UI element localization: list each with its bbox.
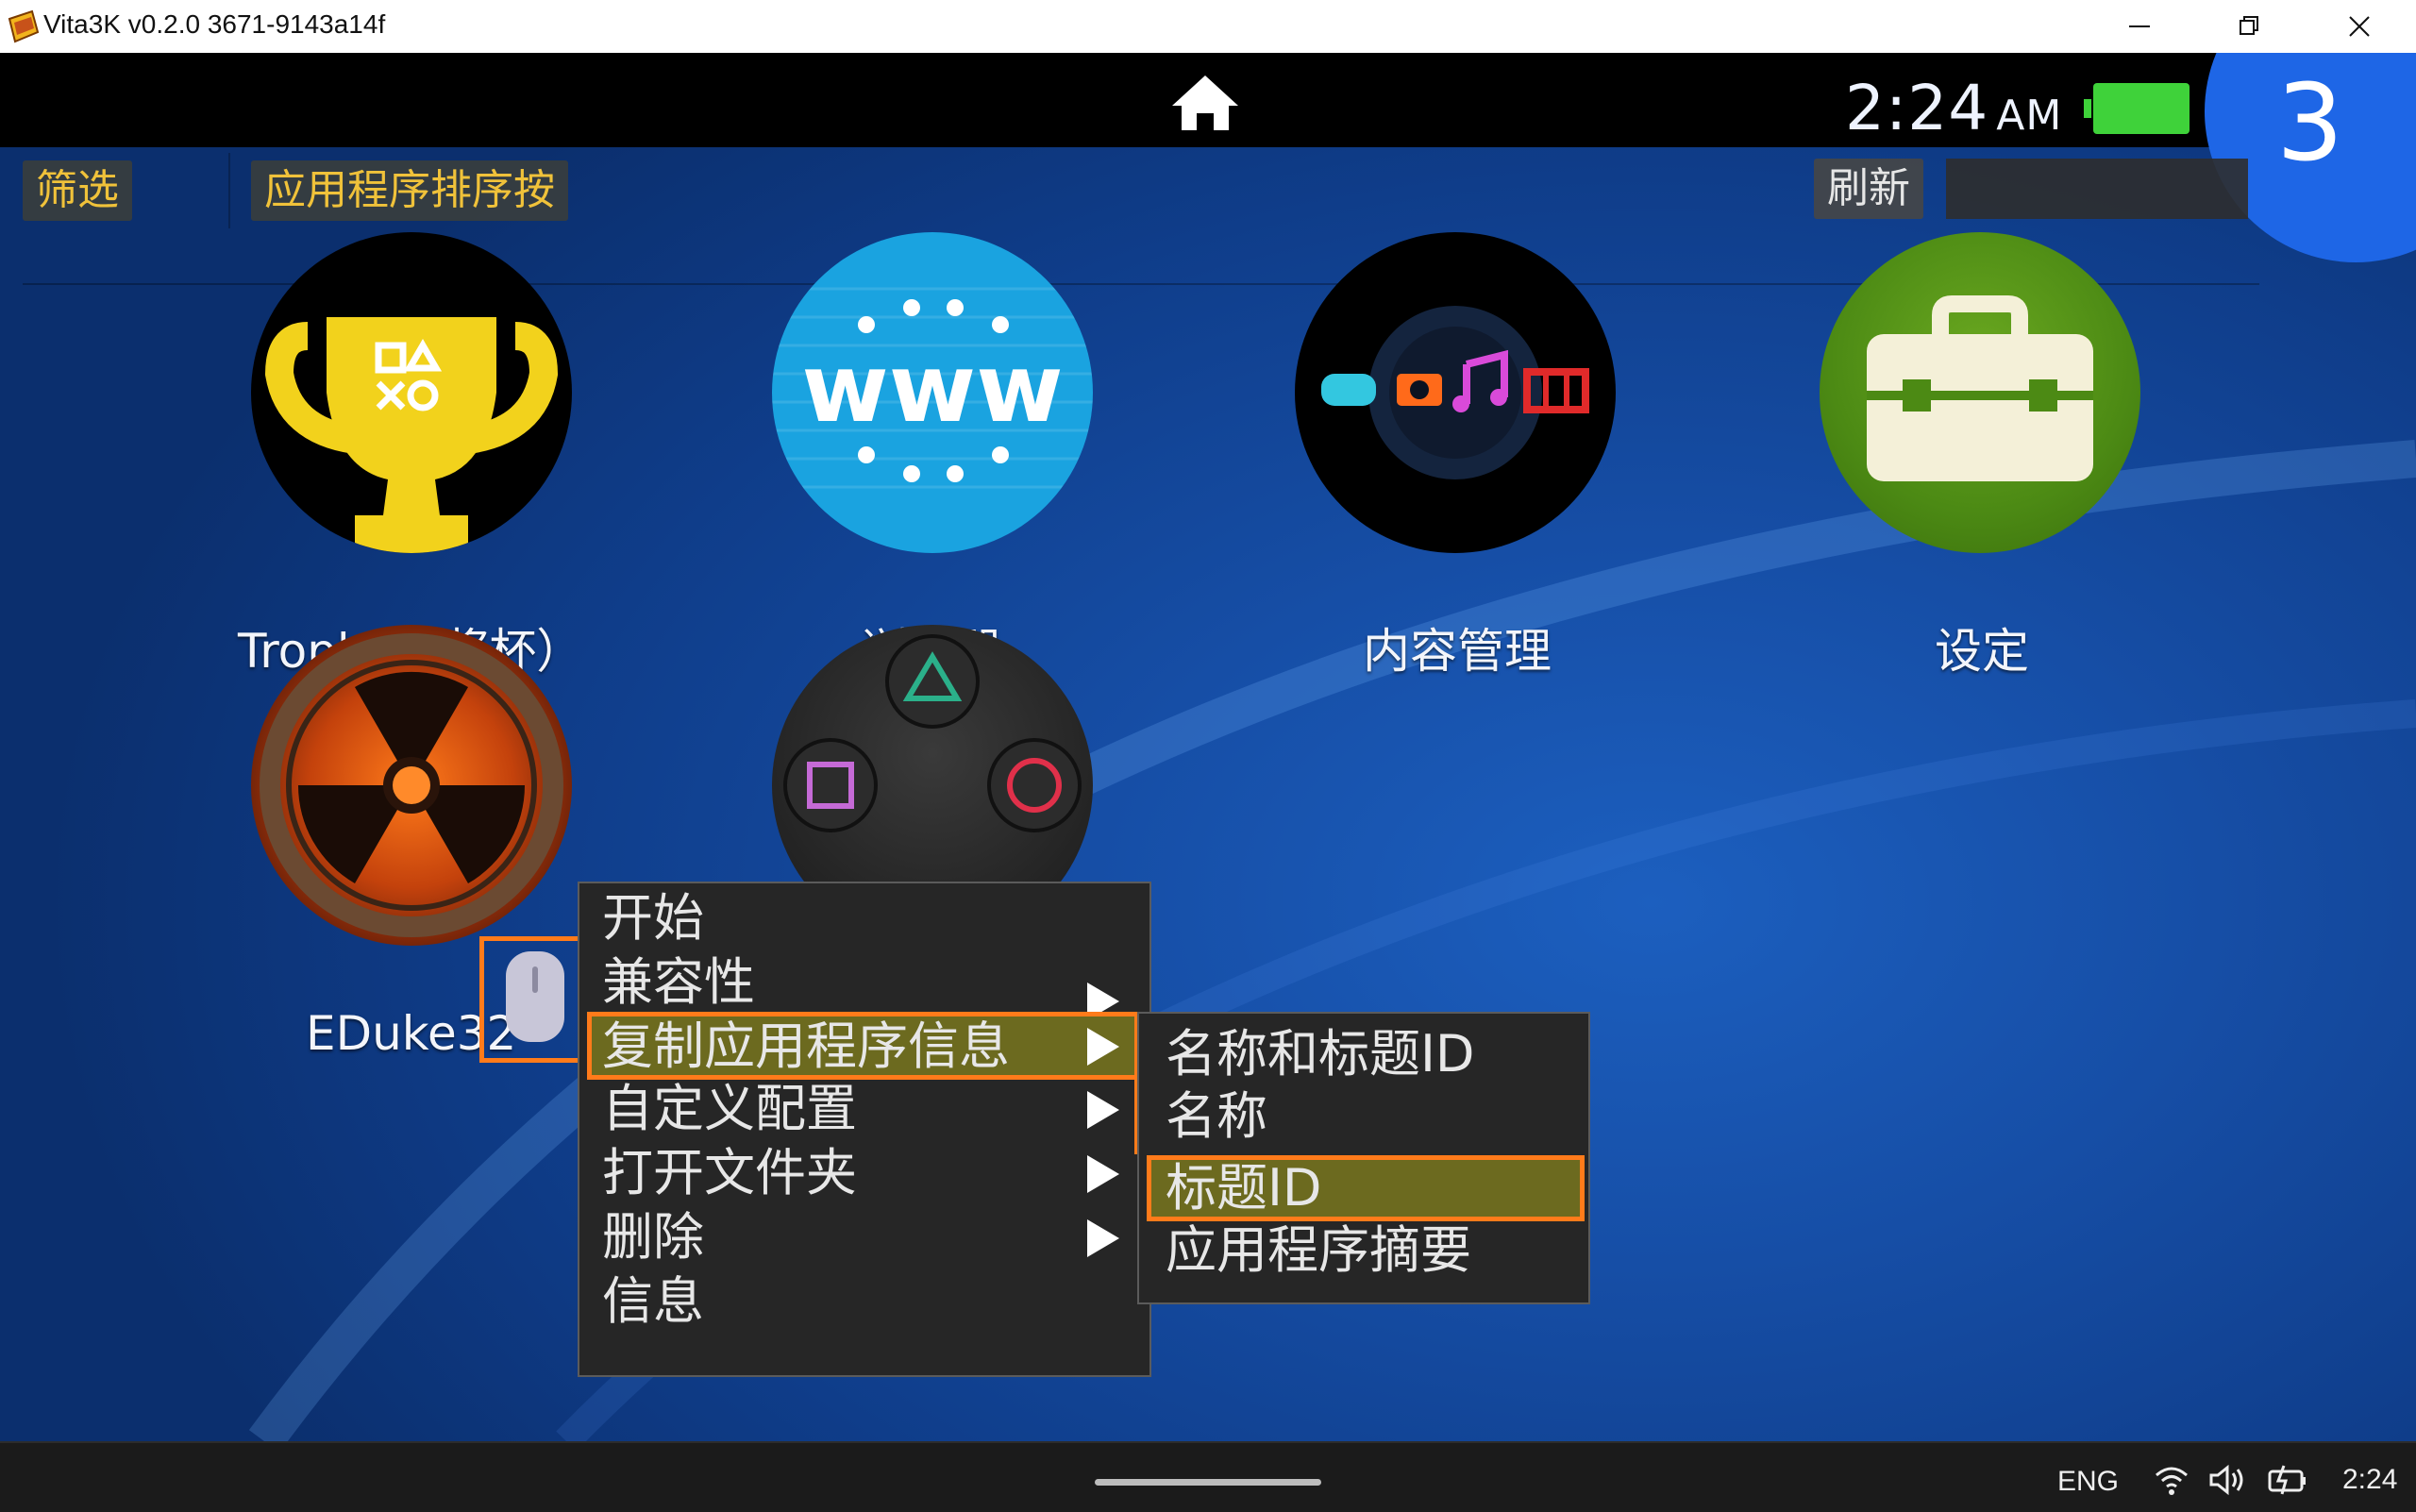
submenu-item-title-id[interactable]: 标题ID (1166, 1157, 1322, 1219)
close-icon (2349, 16, 2370, 37)
trophy-icon (251, 232, 572, 553)
vita-status-bar: 2:24 AM (0, 53, 2416, 147)
sort-button[interactable]: 应用程序排序按 (251, 160, 568, 221)
window-title: Vita3K v0.2.0 3671-9143a14f (43, 9, 386, 39)
eduke32-icon (251, 625, 572, 946)
vita3k-app-icon (8, 9, 40, 43)
battery-icon (2084, 83, 2190, 134)
restore-button[interactable] (2195, 0, 2305, 53)
context-menu: 开始 兼容性 复制应用程序信息 自定义配置 打开文件夹 删除 信息 (578, 882, 1151, 1377)
clock-time: 2:24 (1845, 72, 1989, 144)
menu-item-compatibility[interactable]: 兼容性 (602, 951, 755, 1014)
restore-icon (2240, 16, 2258, 35)
volume-icon[interactable] (2208, 1464, 2246, 1496)
minimize-icon (2129, 25, 2150, 27)
minimize-button[interactable] (2086, 0, 2195, 53)
emulator-screen: 2:24 AM 3 筛选 应用程序排序按 刷新 www 内容管理 设定 EDuk… (0, 53, 2416, 1441)
submenu-item-name-and-title-id[interactable]: 名称和标题ID (1166, 1023, 1475, 1085)
submenu-arrow-icon (1087, 1219, 1119, 1257)
wifi-icon[interactable] (2154, 1464, 2190, 1496)
close-button[interactable] (2305, 0, 2414, 53)
filter-button[interactable]: 筛选 (23, 160, 132, 221)
submenu-arrow-icon (1087, 1028, 1119, 1066)
refresh-button[interactable]: 刷新 (1814, 159, 1923, 219)
taskbar-clock[interactable]: 2:24 (2342, 1464, 2397, 1496)
home-icon[interactable] (1170, 74, 1240, 132)
taskbar: ENG 2:24 (0, 1441, 2416, 1512)
menu-item-custom-config[interactable]: 自定义配置 (602, 1078, 857, 1140)
submenu-item-app-summary[interactable]: 应用程序摘要 (1166, 1219, 1471, 1282)
battery-charging-icon[interactable] (2267, 1464, 2308, 1496)
status-clock: 2:24 AM (1845, 72, 2062, 144)
menu-item-delete[interactable]: 删除 (602, 1206, 704, 1268)
browser-www-icon: www (772, 232, 1093, 553)
submenu-item-name[interactable]: 名称 (1166, 1085, 1267, 1148)
toolbar-divider (228, 153, 230, 228)
copy-info-submenu: 名称和标题ID 名称 标题ID 应用程序摘要 (1137, 1012, 1590, 1304)
menu-item-copy-app-info[interactable]: 复制应用程序信息 (602, 1016, 1010, 1078)
mouse-wheel (532, 966, 538, 993)
clock-ampm: AM (1996, 92, 2063, 140)
settings-toolbox-icon (1820, 232, 2140, 553)
taskbar-handle[interactable] (1095, 1479, 1321, 1486)
app-label: 设定 (1935, 624, 2029, 679)
submenu-arrow-icon (1087, 1091, 1119, 1129)
content-manager-icon (1295, 232, 1616, 553)
menu-item-start[interactable]: 开始 (602, 887, 704, 949)
input-language[interactable]: ENG (2057, 1466, 2119, 1498)
menu-item-info[interactable]: 信息 (602, 1270, 704, 1333)
mouse-cursor-icon (506, 951, 564, 1042)
window-titlebar: Vita3K v0.2.0 3671-9143a14f (0, 0, 2416, 53)
app-label: 内容管理 (1363, 624, 1552, 679)
submenu-arrow-icon (1087, 1155, 1119, 1193)
svg-text:www: www (801, 333, 1063, 444)
menu-item-open-folder[interactable]: 打开文件夹 (602, 1142, 857, 1204)
search-input[interactable] (1946, 159, 2248, 219)
